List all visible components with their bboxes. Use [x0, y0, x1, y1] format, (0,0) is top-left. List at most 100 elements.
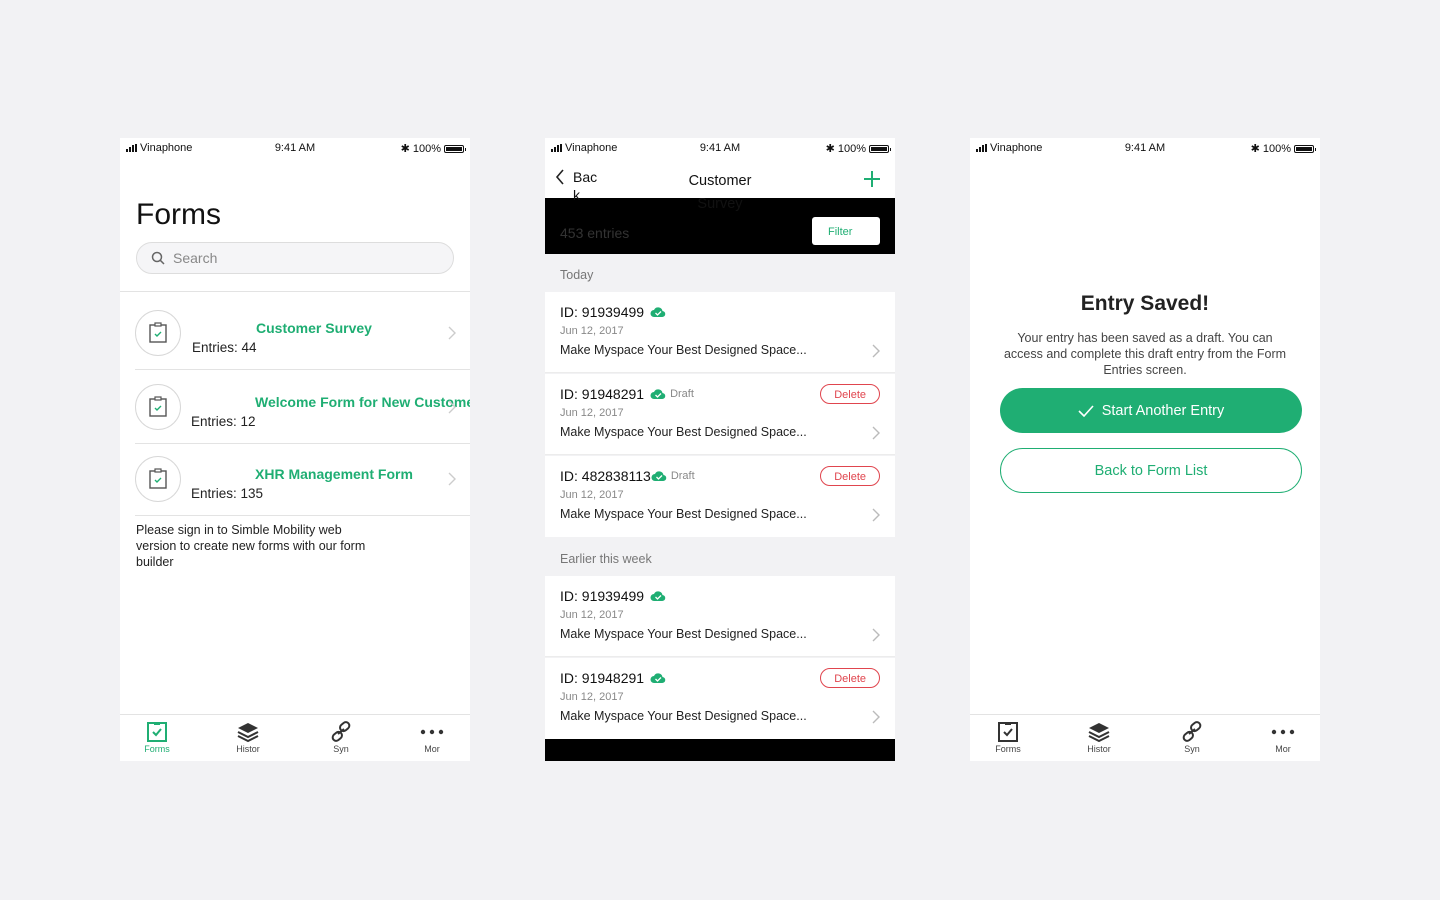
entry-row[interactable]: ID: 482838113 Draft Delete Jun 12, 2017 … [545, 456, 895, 537]
more-dots-icon [1253, 720, 1313, 744]
nav-bar: Back Customer Survey [545, 160, 895, 212]
entry-date: Jun 12, 2017 [560, 609, 624, 621]
saved-message: Your entry has been saved as a draft. Yo… [1003, 331, 1287, 377]
search-input[interactable]: Search [136, 242, 454, 274]
filter-button[interactable]: Filter [812, 217, 880, 245]
chevron-right-icon [872, 508, 880, 522]
chevron-right-icon [872, 710, 880, 724]
chevron-right-icon [448, 400, 456, 414]
cloud-check-icon [650, 307, 666, 318]
cloud-check-icon [650, 673, 666, 684]
entries-screen: Vinaphone 9:41 AM ✱ 100% 453 entries Fil… [545, 138, 895, 761]
draft-label: Draft [670, 470, 695, 482]
entry-row[interactable]: ID: 91948291 Delete Jun 12, 2017 Make My… [545, 658, 895, 739]
delete-button[interactable]: Delete [820, 466, 880, 486]
delete-button[interactable]: Delete [820, 384, 880, 404]
chevron-left-icon [555, 169, 564, 185]
page-title: Forms [136, 198, 221, 231]
more-dots-icon [402, 720, 462, 744]
draft-label: Draft [670, 388, 694, 400]
bluetooth-icon: ✱ [825, 143, 835, 155]
entry-description: Make Myspace Your Best Designed Space... [560, 343, 807, 357]
tab-more[interactable]: Mor [1253, 720, 1313, 754]
form-clipboard-icon [135, 456, 181, 502]
entry-date: Jun 12, 2017 [560, 325, 624, 337]
entry-saved-screen: Vinaphone 9:41 AM ✱ 100% Entry Saved! Yo… [970, 138, 1320, 761]
entry-description: Make Myspace Your Best Designed Space... [560, 709, 807, 723]
tab-bar: Forms Histor Syn Mor [120, 714, 470, 761]
cloud-check-icon [650, 591, 666, 602]
form-list-item[interactable]: Welcome Form for New Customer Entries: 1… [120, 370, 470, 444]
plus-icon[interactable] [863, 170, 881, 188]
tab-history[interactable]: Histor [1069, 720, 1129, 754]
entry-id: ID: 91948291 [560, 386, 645, 402]
battery-percent: 100% [1262, 142, 1291, 155]
bluetooth-icon: ✱ [400, 143, 410, 155]
form-entries-count: Entries: 135 [191, 486, 264, 501]
entry-row[interactable]: ID: 91939499 Jun 12, 2017 Make Myspace Y… [545, 576, 895, 657]
form-clipboard-icon [135, 384, 181, 430]
checkmark-icon [1078, 404, 1094, 417]
back-to-form-list-button[interactable]: Back to Form List [1000, 448, 1302, 493]
layers-icon [1069, 720, 1129, 744]
form-name: XHR Management Form [255, 466, 413, 482]
tab-sync[interactable]: Syn [311, 720, 371, 754]
chevron-right-icon [872, 344, 880, 358]
entry-id: ID: 91939499 [560, 304, 645, 320]
link-icon [1162, 720, 1222, 744]
entry-row[interactable]: ID: 91948291 Draft Delete Jun 12, 2017 M… [545, 374, 895, 455]
link-icon [311, 720, 371, 744]
cloud-check-icon [650, 389, 666, 400]
saved-title: Entry Saved! [1080, 292, 1210, 315]
delete-button[interactable]: Delete [820, 668, 880, 688]
back-label: Back [573, 169, 598, 203]
form-clipboard-icon [127, 720, 187, 744]
section-header: Earlier this week [560, 552, 652, 566]
divider [120, 291, 470, 292]
search-icon [151, 251, 165, 265]
tab-more[interactable]: Mor [402, 720, 462, 754]
tab-forms[interactable]: Forms [127, 720, 187, 754]
back-button[interactable]: Back [555, 168, 603, 204]
entry-id: ID: 482838113 [560, 468, 651, 484]
entry-date: Jun 12, 2017 [560, 407, 624, 419]
form-entries-count: Entries: 12 [191, 414, 256, 429]
battery-percent: 100% [412, 142, 441, 155]
form-list-item[interactable]: XHR Management Form Entries: 135 [120, 442, 470, 516]
forms-screen: Vinaphone 9:41 AM ✱ 100% Forms Search Cu… [120, 138, 470, 761]
form-name: Welcome Form for New Customer [255, 394, 470, 410]
battery-percent: 100% [837, 142, 866, 155]
cloud-check-icon [651, 471, 667, 482]
chevron-right-icon [872, 628, 880, 642]
entry-date: Jun 12, 2017 [560, 691, 624, 703]
chevron-right-icon [872, 426, 880, 440]
battery-icon [1294, 144, 1316, 153]
sign-in-note: Please sign in to Simble Mobility web ve… [136, 523, 366, 569]
bluetooth-icon: ✱ [1250, 143, 1260, 155]
tab-forms[interactable]: Forms [978, 720, 1038, 754]
battery-icon [869, 144, 891, 153]
nav-title: Customer Survey [688, 173, 752, 212]
status-bar: Vinaphone 9:41 AM ✱ 100% [970, 138, 1320, 158]
form-entries-count: Entries: 44 [192, 340, 257, 355]
entry-row[interactable]: ID: 91939499 Jun 12, 2017 Make Myspace Y… [545, 292, 895, 373]
tab-sync[interactable]: Syn [1162, 720, 1222, 754]
bottom-band [545, 739, 895, 761]
tab-history[interactable]: Histor [218, 720, 278, 754]
start-another-entry-button[interactable]: Start Another Entry [1000, 388, 1302, 433]
entry-description: Make Myspace Your Best Designed Space... [560, 507, 807, 521]
entry-id: ID: 91939499 [560, 588, 645, 604]
form-list-item[interactable]: Customer Survey Entries: 44 [120, 296, 470, 370]
chevron-right-icon [448, 472, 456, 486]
form-clipboard-icon [135, 310, 181, 356]
entry-description: Make Myspace Your Best Designed Space... [560, 425, 807, 439]
entry-id: ID: 91948291 [560, 670, 645, 686]
chevron-right-icon [448, 326, 456, 340]
search-placeholder: Search [173, 250, 218, 266]
entry-description: Make Myspace Your Best Designed Space... [560, 627, 807, 641]
form-clipboard-icon [978, 720, 1038, 744]
form-name: Customer Survey [256, 320, 372, 336]
entries-count: 453 entries [560, 225, 630, 241]
status-bar: Vinaphone 9:41 AM ✱ 100% [545, 138, 895, 158]
section-header: Today [560, 268, 594, 282]
